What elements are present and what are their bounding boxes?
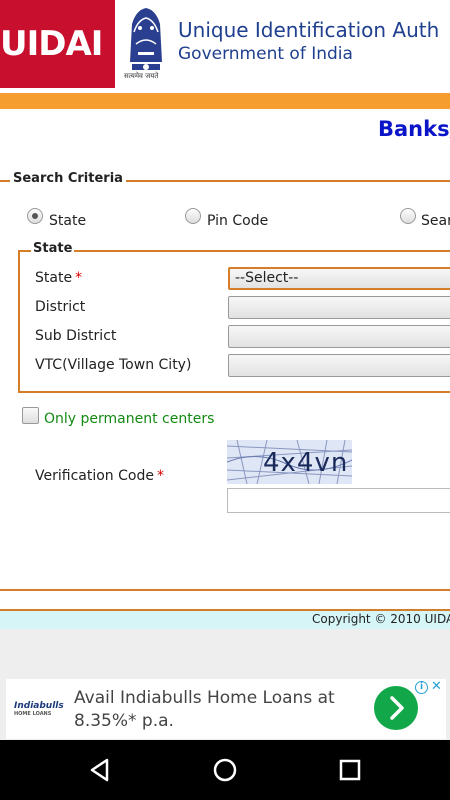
ad-brand-name: Indiabulls [14,701,64,711]
copyright-text: Copyright © 2010 UIDA [312,612,450,626]
ad-brand-logo[interactable]: Indiabulls HOME LOANS [14,701,66,717]
page-title: Banks/ [378,117,450,141]
captcha-text: 4x4vn [263,448,349,478]
permanent-centers-label[interactable]: Only permanent centers [44,411,214,427]
district-field-label: District [35,299,86,315]
state-label-text: State [35,270,73,286]
radio-search[interactable] [400,208,416,224]
vtc-select[interactable] [228,354,450,377]
home-icon[interactable] [210,755,240,785]
required-marker: * [75,270,83,286]
site-header: UIDAI सत्यमेव जयते Unique Identification… [0,0,450,93]
header-divider-bar [0,93,450,109]
ad-line-1: Avail Indiabulls Home Loans at [74,688,335,708]
required-marker: * [156,468,164,484]
android-nav-bar [0,740,450,800]
sub-district-field-label: Sub District [35,328,117,344]
back-icon[interactable] [85,755,115,785]
verification-code-label: Verification Code * [35,468,164,484]
ad-info-icon[interactable]: i [415,681,428,694]
permanent-centers-checkbox[interactable] [22,407,39,424]
uidai-logo-text: UIDAI [0,24,103,64]
radio-state[interactable] [27,208,43,224]
ad-close-icon[interactable]: ✕ [431,679,442,694]
vtc-field-label: VTC(Village Town City) [35,357,192,373]
captcha-image: 4x4vn [227,440,352,484]
search-criteria-legend: Search Criteria [10,171,126,186]
recents-icon[interactable] [335,755,365,785]
radio-pin-code[interactable] [185,208,201,224]
gov-name: Government of India [178,44,353,64]
state-legend: State [31,241,75,256]
ad-banner[interactable]: Indiabulls HOME LOANS Avail Indiabulls H… [6,679,446,739]
state-select[interactable]: --Select-- [228,267,450,290]
state-field-label: State * [35,270,82,286]
uidai-logo: UIDAI [0,0,115,88]
radio-pin-code-label[interactable]: Pin Code [207,213,268,229]
emblem-motto: सत्यमेव जयते [124,72,159,80]
sub-district-select[interactable] [228,325,450,348]
verification-label-text: Verification Code [35,468,154,484]
ad-headline[interactable]: Avail Indiabulls Home Loans at 8.35%* p.… [74,687,335,733]
chevron-right-icon [390,696,404,720]
ad-open-button[interactable] [374,686,418,730]
radio-search-label[interactable]: Sear [421,213,450,229]
verification-code-input[interactable] [227,488,450,513]
ad-line-2: 8.35%* p.a. [74,711,174,731]
radio-state-label[interactable]: State [49,213,86,229]
org-name: Unique Identification Auth [178,18,440,42]
district-select[interactable] [228,296,450,319]
ad-brand-sub: HOME LOANS [14,711,52,717]
